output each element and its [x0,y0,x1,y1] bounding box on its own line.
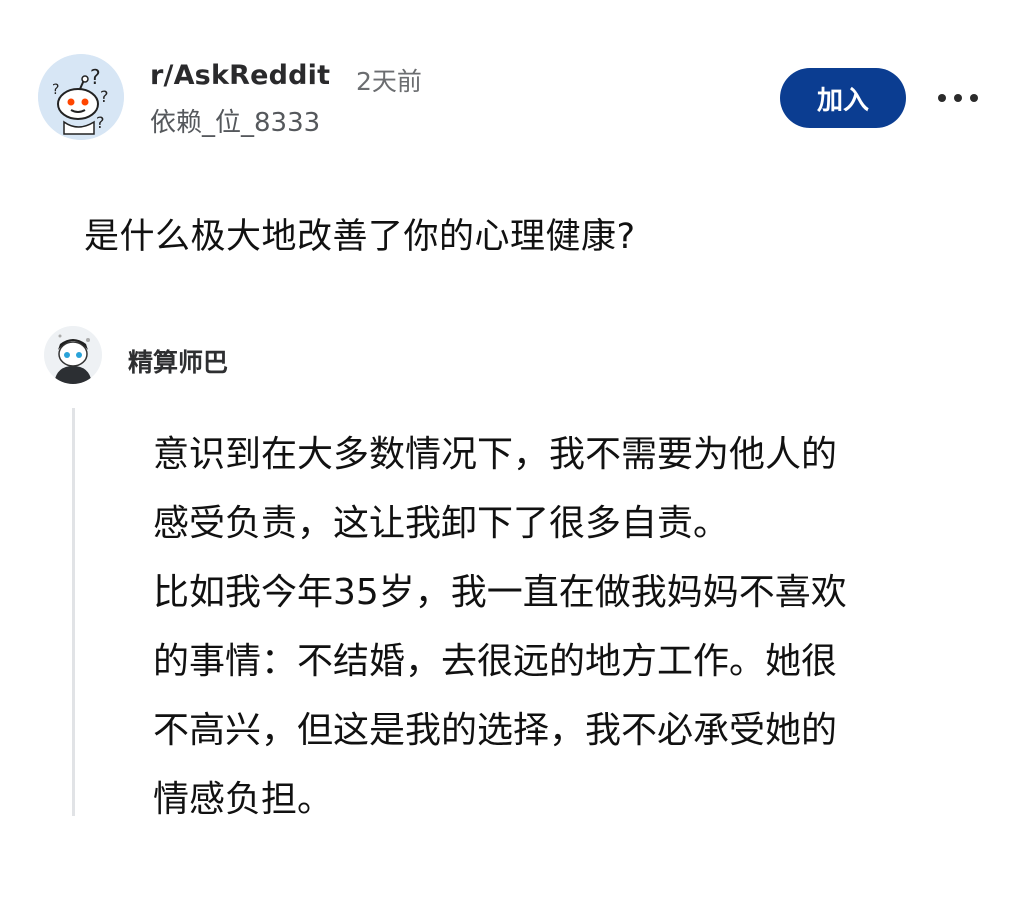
dot [954,94,962,102]
svg-text:?: ? [100,87,109,106]
dot [970,94,978,102]
subreddit-name[interactable]: r/AskReddit [150,60,330,91]
comment-author[interactable]: 精算师巴 [128,343,228,379]
comment-avatar[interactable] [44,326,102,384]
post-time: 2天前 [356,67,422,96]
snoo-question-icon: ? ? ? ? [38,54,124,140]
svg-text:?: ? [52,82,59,98]
comment-line: 比如我今年35岁，我一直在做我妈妈不喜欢 [153,572,847,613]
comment-line: 不高兴，但这是我的选择，我不必承受她的 [153,710,838,751]
post-page: ? ? ? ? r/AskReddit 2天前 依赖_位_8333 加入 是什么… [0,0,1024,914]
thread-line[interactable] [72,408,75,816]
post-title[interactable]: 是什么极大地改善了你的心理健康? [84,208,636,259]
snoo-avatar-icon [44,326,102,384]
dot [938,94,946,102]
more-options-icon[interactable] [938,84,978,112]
subreddit-avatar[interactable]: ? ? ? ? [38,54,124,140]
comment-line: 感受负责，这让我卸下了很多自责。 [153,503,730,544]
comment-line: 情感负担。 [153,779,334,820]
post-author[interactable]: 依赖_位_8333 [150,102,320,139]
post-header: ? ? ? ? r/AskReddit 2天前 依赖_位_8333 加入 [38,54,988,146]
svg-text:?: ? [96,113,105,132]
join-button[interactable]: 加入 [780,68,906,128]
comment-line: 意识到在大多数情况下，我不需要为他人的 [153,434,838,475]
comment-line: 的事情：不结婚，去很远的地方工作。她很 [153,641,838,682]
svg-text:?: ? [90,65,101,89]
comment-body: 意识到在大多数情况下，我不需要为他人的 感受负责，这让我卸下了很多自责。 比如我… [153,420,963,834]
